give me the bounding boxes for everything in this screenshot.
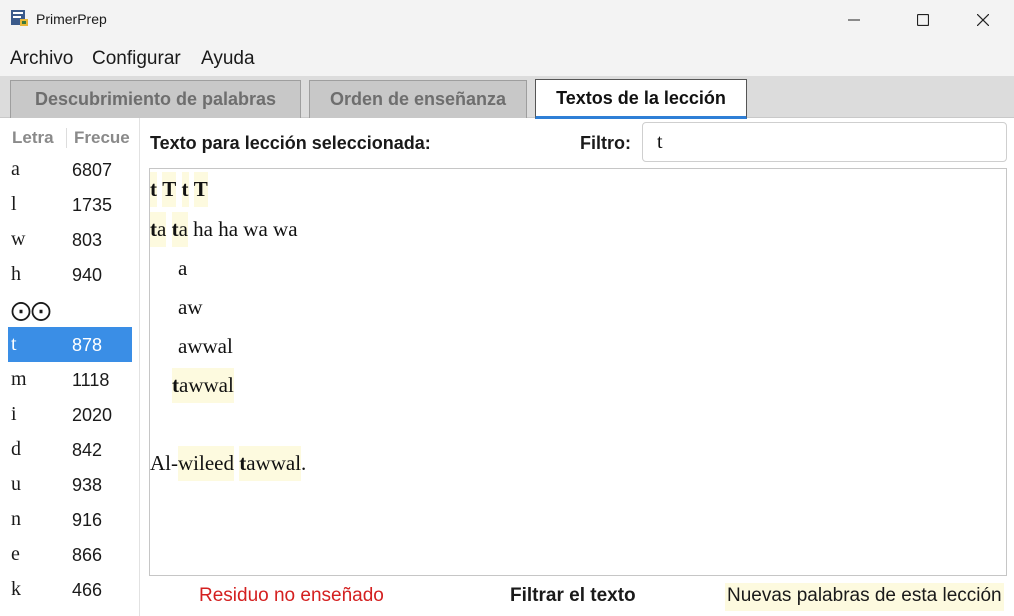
letter-cell: e	[11, 543, 20, 565]
letter-cell: ⨀⨀	[11, 300, 51, 322]
plain-text: .	[301, 451, 307, 475]
window-title: PrimerPrep	[36, 11, 107, 27]
filter-label: Filtro:	[580, 133, 631, 153]
letter-cell: w	[11, 228, 26, 250]
new-word: t	[181, 172, 189, 207]
word-rest: a	[157, 217, 167, 241]
new-word: t	[150, 172, 157, 207]
letter-cell: n	[11, 508, 21, 530]
frequency-cell: 1118	[72, 370, 110, 390]
letter-cell: t	[11, 333, 17, 355]
word-focus-letter: t	[172, 373, 179, 397]
frequency-cell: 842	[72, 440, 103, 460]
frequency-cell: 1735	[72, 195, 113, 215]
frequency-cell: 866	[72, 545, 103, 565]
letter-cell: i	[11, 403, 17, 425]
new-word: tawwal	[239, 446, 302, 481]
letter-row[interactable]: d 842	[8, 432, 132, 467]
list-header: Letra Frecue	[8, 122, 139, 152]
legend-new-words: Nuevas palabras de esta lección	[725, 583, 1004, 611]
new-word: ta	[171, 212, 188, 247]
letter-cell: m	[11, 368, 27, 390]
word-rest: a	[178, 217, 188, 241]
plain-text: Al-	[150, 451, 178, 475]
letter-cell: d	[11, 438, 21, 460]
letter-row[interactable]: u 938	[8, 467, 132, 502]
text-line: aw	[178, 295, 203, 319]
maximize-button[interactable]	[900, 0, 946, 40]
new-word: wileed	[178, 446, 234, 481]
close-icon	[977, 14, 989, 26]
text-line: t T t T	[150, 172, 208, 207]
frequency-cell: 940	[72, 265, 103, 285]
text-line: awwal	[178, 334, 233, 358]
letter-cell: k	[11, 578, 21, 600]
minimize-button[interactable]	[831, 0, 877, 40]
frequency-cell: 938	[72, 475, 103, 495]
new-word: tawwal	[172, 368, 234, 403]
frequency-cell: 2020	[72, 405, 113, 425]
word-focus-letter: t	[150, 217, 157, 241]
word-rest: awwal	[246, 451, 302, 475]
text-line: tawwal	[172, 368, 234, 403]
filter-text-toggle[interactable]: Filtrar el texto	[510, 585, 636, 607]
app-logo-icon	[11, 10, 29, 27]
column-header-frecuencia[interactable]: Frecue	[66, 128, 130, 148]
menu-archivo[interactable]: Archivo	[10, 48, 73, 70]
letter-row[interactable]: e 866	[8, 537, 132, 572]
letter-row[interactable]: m 1118	[8, 362, 132, 397]
frequency-cell: 916	[72, 510, 103, 530]
letter-row[interactable]: l 1735	[8, 187, 132, 222]
letter-row[interactable]: n 916	[8, 502, 132, 537]
letter-row[interactable]: i 2020	[8, 397, 132, 432]
column-header-letra[interactable]: Letra	[12, 128, 54, 148]
tab-descubrimiento[interactable]: Descubrimiento de palabras	[10, 80, 301, 118]
new-word: T	[193, 172, 208, 207]
letter-cell: h	[11, 263, 21, 285]
legend-residue: Residuo no enseñado	[199, 585, 384, 606]
new-word: ta	[150, 212, 167, 247]
letter-cell: l	[11, 193, 17, 215]
filter-input[interactable]	[642, 122, 1007, 162]
frequency-cell: 6807	[72, 160, 113, 180]
text-line: Al-wileed tawwal.	[150, 446, 307, 481]
text-line: a	[178, 256, 188, 280]
letter-row[interactable]: t 878	[8, 327, 132, 362]
minimize-icon	[848, 19, 860, 21]
menu-bar: Archivo Configurar Ayuda	[0, 40, 1014, 76]
maximize-icon	[917, 14, 929, 26]
tab-strip: Descubrimiento de palabras Orden de ense…	[0, 76, 1014, 119]
word-focus-letter: t	[171, 217, 179, 241]
letter-row[interactable]: h 940	[8, 257, 132, 292]
text-line: ta ta ha ha wa wa	[150, 212, 298, 247]
letter-row[interactable]: w 803	[8, 222, 132, 257]
lesson-text-area[interactable]: t T t T ta ta ha ha wa wa a aw awwal taw…	[149, 168, 1007, 576]
menu-configurar[interactable]: Configurar	[92, 48, 181, 70]
menu-ayuda[interactable]: Ayuda	[201, 48, 255, 70]
frequency-cell: 878	[72, 335, 103, 355]
tab-orden-ensenanza[interactable]: Orden de enseñanza	[309, 80, 527, 118]
close-button[interactable]	[960, 0, 1006, 40]
letter-row[interactable]: ⨀⨀	[8, 292, 132, 327]
tab-textos-leccion[interactable]: Textos de la lección	[535, 79, 747, 119]
title-bar: PrimerPrep	[0, 0, 1014, 40]
word-rest: awwal	[179, 373, 234, 397]
letter-row[interactable]: a 6807	[8, 152, 132, 187]
letter-row[interactable]: k 466	[8, 572, 132, 607]
letter-cell: u	[11, 473, 21, 495]
letter-cell: a	[11, 158, 20, 180]
plain-text: ha ha wa wa	[193, 217, 298, 241]
frequency-cell: 466	[72, 580, 103, 600]
lesson-text-label: Texto para lección seleccionada:	[150, 133, 431, 153]
frequency-cell: 803	[72, 230, 103, 250]
new-word: T	[162, 172, 177, 207]
